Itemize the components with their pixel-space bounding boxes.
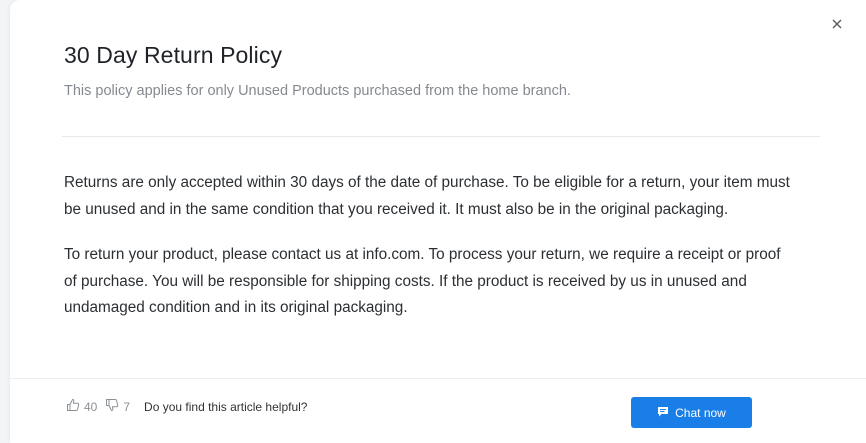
chat-bubble-icon <box>657 406 675 420</box>
thumbs-up-icon <box>66 398 84 415</box>
modal-header: 30 Day Return Policy This policy applies… <box>64 42 826 99</box>
chat-now-button[interactable]: Chat now <box>631 397 752 428</box>
header-divider <box>62 136 820 137</box>
feedback-question: Do you find this article helpful? <box>144 399 308 414</box>
return-policy-modal: 30 Day Return Policy This policy applies… <box>10 0 866 443</box>
close-button[interactable] <box>828 16 846 34</box>
article-paragraph: To return your product, please contact u… <box>64 246 781 316</box>
article-paragraph: Returns are only accepted within 30 days… <box>64 174 790 218</box>
thumbs-down-icon <box>105 398 123 415</box>
like-button[interactable]: 40 <box>66 398 97 415</box>
page-subtitle: This policy applies for only Unused Prod… <box>64 83 571 99</box>
dislike-button[interactable]: 7 <box>105 398 130 415</box>
page-title: 30 Day Return Policy <box>64 42 283 68</box>
dislike-count: 7 <box>123 399 131 414</box>
feedback-bar: 40 7 Do you find this article helpful? <box>66 398 307 415</box>
close-icon <box>832 16 842 34</box>
article-body: Returns are only accepted within 30 days… <box>64 170 794 341</box>
footer-divider <box>10 378 866 379</box>
chat-now-label: Chat now <box>675 405 726 420</box>
like-count: 40 <box>84 399 98 414</box>
